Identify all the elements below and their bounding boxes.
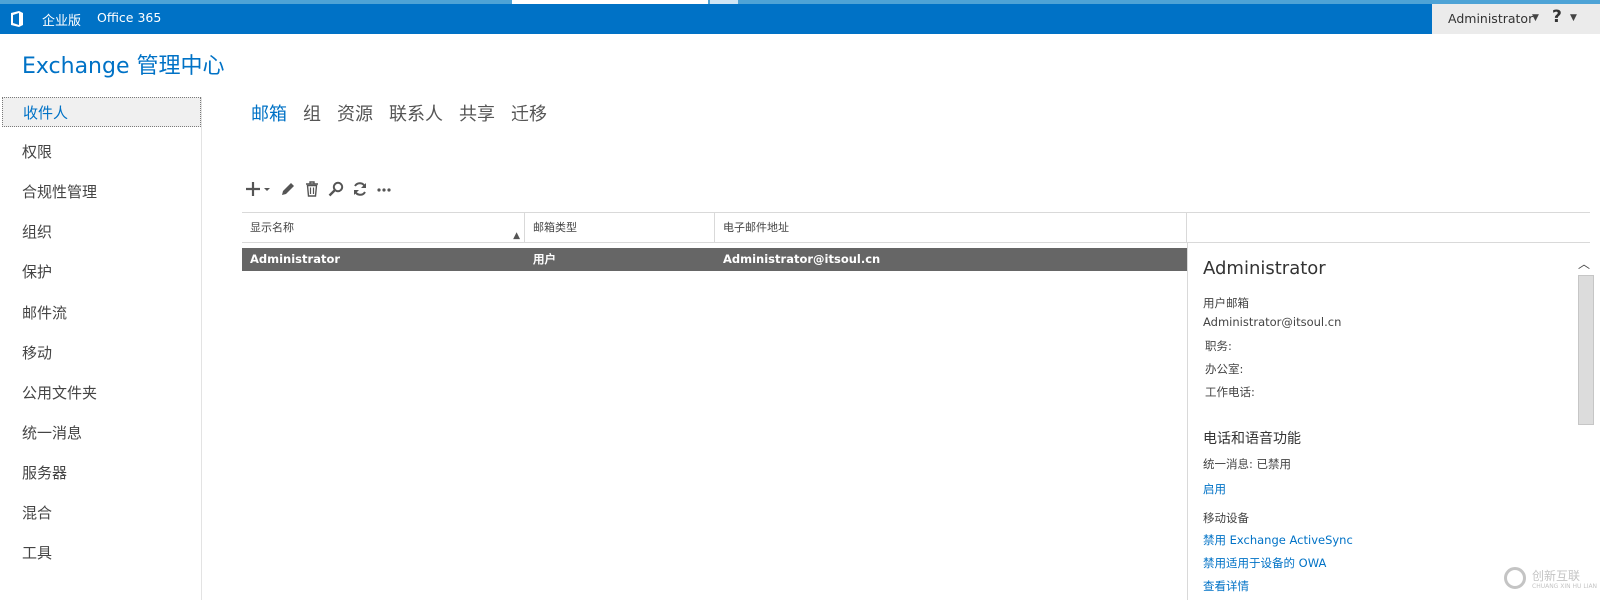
tab-mailboxes[interactable]: 邮箱 [251, 100, 287, 126]
details-scrollbar[interactable] [1578, 275, 1594, 425]
column-header-label: 显示名称 [250, 221, 294, 234]
details-email: Administrator@itsoul.cn [1203, 315, 1342, 329]
column-header-email[interactable]: 电子邮件地址 [715, 213, 1187, 242]
refresh-icon[interactable] [350, 178, 370, 200]
user-caret-icon[interactable]: ▼ [1532, 13, 1539, 23]
user-menu-area: Administrator ▼ ? ▼ [1432, 4, 1600, 34]
details-pane: Administrator 用户邮箱 Administrator@itsoul.… [1187, 243, 1594, 600]
cell-email: Administrator@itsoul.cn [723, 252, 881, 266]
details-title-label: 职务: [1205, 339, 1232, 353]
search-icon[interactable] [326, 178, 346, 200]
details-mailbox-type: 用户邮箱 [1203, 296, 1249, 310]
edition-label[interactable]: 企业版 [42, 10, 81, 29]
more-icon[interactable] [374, 178, 394, 200]
cell-display-name: Administrator [250, 252, 341, 266]
nav-item-public-folders[interactable]: 公用文件夹 [2, 378, 201, 408]
details-phone-label: 工作电话: [1205, 385, 1255, 399]
top-header-bar: 企业版 Office 365 Administrator ▼ ? ▼ [0, 4, 1600, 34]
edit-icon[interactable] [278, 178, 298, 200]
nav-item-mobile[interactable]: 移动 [2, 338, 201, 368]
add-icon[interactable] [244, 178, 274, 200]
details-um-status: 统一消息: 已禁用 [1203, 457, 1292, 471]
office-logo-icon[interactable] [8, 10, 26, 28]
column-header-label: 电子邮件地址 [723, 221, 789, 234]
disable-activesync-link[interactable]: 禁用 Exchange ActiveSync [1203, 532, 1353, 548]
enable-um-link[interactable]: 启用 [1203, 481, 1226, 497]
column-header-mailbox-type[interactable]: 邮箱类型 [525, 213, 715, 242]
table-row[interactable]: Administrator 用户 Administrator@itsoul.cn [242, 248, 1187, 271]
details-office-label: 办公室: [1205, 362, 1244, 376]
view-details-link[interactable]: 查看详情 [1203, 578, 1249, 594]
nav-item-organization[interactable]: 组织 [2, 217, 201, 247]
watermark-icon [1504, 567, 1526, 589]
nav-item-permissions[interactable]: 权限 [2, 137, 201, 167]
delete-icon[interactable] [302, 178, 322, 200]
sort-ascending-icon: ▲ [513, 231, 520, 241]
nav-item-unified-messaging[interactable]: 统一消息 [2, 418, 201, 448]
nav-item-protection[interactable]: 保护 [2, 257, 201, 287]
app-title: Exchange 管理中心 [22, 54, 225, 79]
tab-sharing[interactable]: 共享 [459, 100, 495, 126]
scroll-up-icon[interactable]: ︿ [1578, 255, 1590, 272]
watermark-logo: 创新互联 CHUANG XIN HU LIAN [1500, 563, 1600, 595]
user-menu-button[interactable]: Administrator [1448, 11, 1533, 26]
tab-contacts[interactable]: 联系人 [389, 100, 443, 126]
watermark-subtext: CHUANG XIN HU LIAN [1532, 583, 1598, 590]
nav-item-hybrid[interactable]: 混合 [2, 498, 201, 528]
details-name: Administrator [1203, 258, 1326, 279]
table-header: 显示名称 ▲ 邮箱类型 电子邮件地址 [242, 212, 1590, 243]
nav-item-recipients[interactable]: 收件人 [2, 97, 201, 127]
cell-mailbox-type: 用户 [533, 252, 556, 266]
tab-resources[interactable]: 资源 [337, 100, 373, 126]
details-phone-voice-header: 电话和语音功能 [1203, 431, 1301, 447]
left-nav: 收件人 权限 合规性管理 组织 保护 邮件流 移动 公用文件夹 统一消息 服务器… [0, 97, 202, 600]
nav-item-tools[interactable]: 工具 [2, 538, 201, 568]
column-header-label: 邮箱类型 [533, 221, 577, 234]
column-header-display-name[interactable]: 显示名称 ▲ [242, 213, 525, 242]
help-button[interactable]: ? [1552, 7, 1562, 27]
office365-link[interactable]: Office 365 [97, 10, 161, 25]
disable-owa-link[interactable]: 禁用适用于设备的 OWA [1203, 555, 1326, 571]
details-mobile-header: 移动设备 [1203, 511, 1249, 525]
help-caret-icon[interactable]: ▼ [1570, 13, 1577, 23]
watermark-text: 创新互联 [1532, 569, 1581, 583]
nav-item-servers[interactable]: 服务器 [2, 458, 201, 488]
tab-groups[interactable]: 组 [303, 100, 321, 126]
nav-item-compliance[interactable]: 合规性管理 [2, 177, 201, 207]
nav-item-mail-flow[interactable]: 邮件流 [2, 298, 201, 328]
tab-migration[interactable]: 迁移 [511, 100, 547, 126]
